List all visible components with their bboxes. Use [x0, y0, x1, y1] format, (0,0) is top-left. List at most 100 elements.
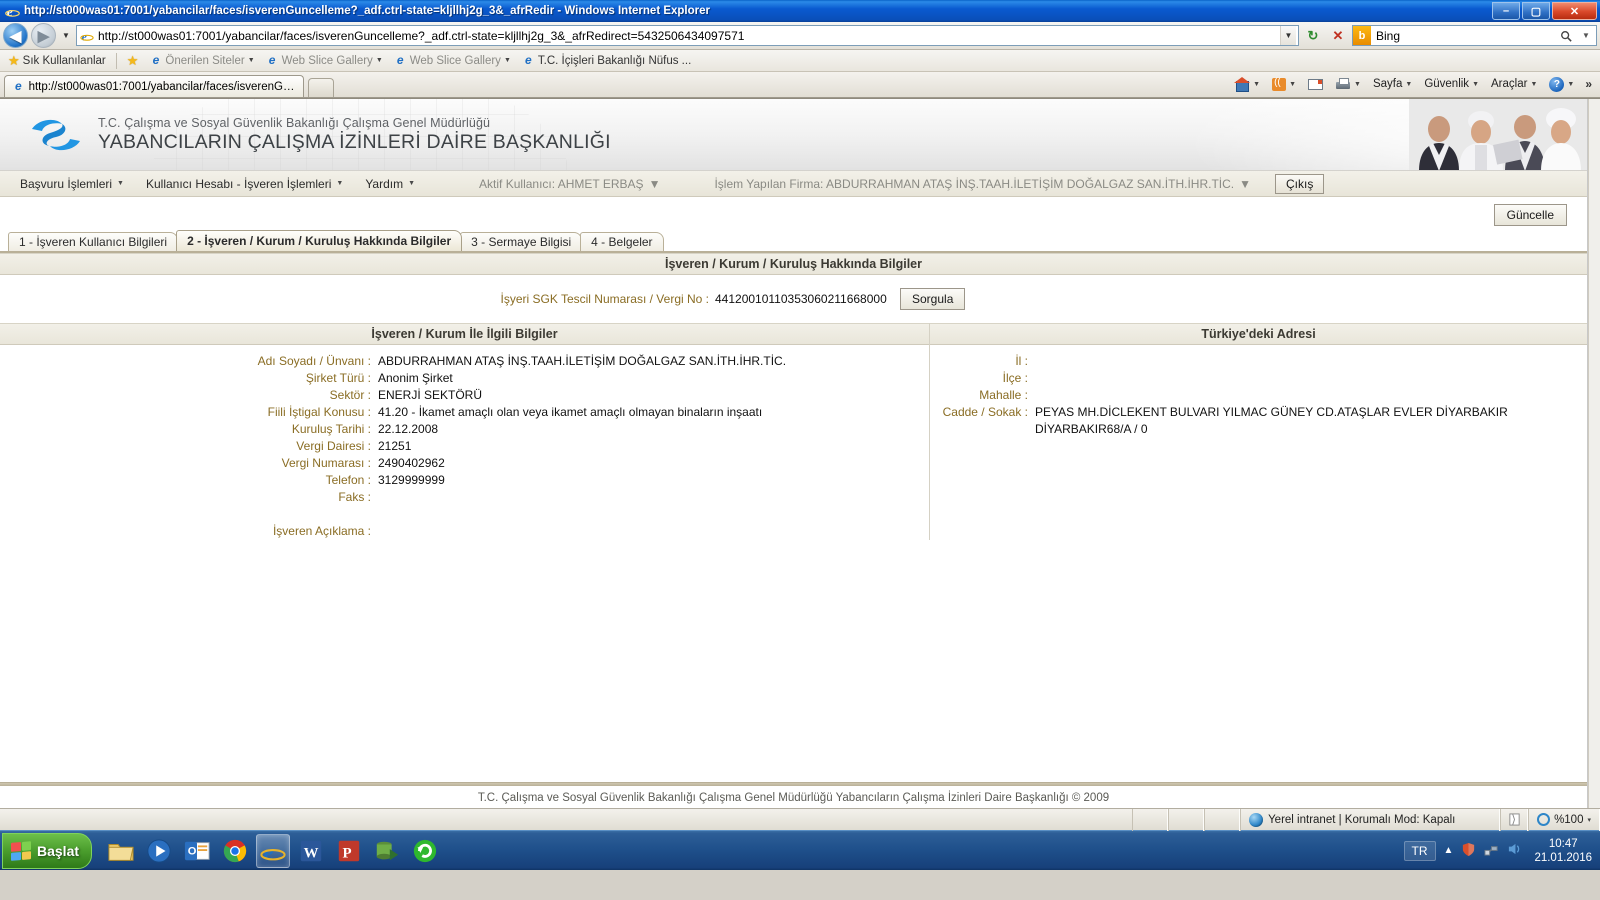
field-row: Sektör : ENERJİ SEKTÖRÜ: [0, 387, 929, 404]
taskbar-outlook-icon[interactable]: O: [180, 834, 214, 868]
tab-isveren-kullanici-bilgileri[interactable]: 1 - İşveren Kullanıcı Bilgileri: [8, 232, 179, 251]
new-tab-button[interactable]: [308, 78, 334, 97]
safety-menu-label: Güvenlik: [1424, 78, 1470, 90]
address-panel-body: İl : İlçe : Mahalle : Cadde / Sokak : PEY…: [930, 345, 1587, 515]
description-row: İşveren Açıklama :: [0, 523, 929, 540]
favorite-nufus-site[interactable]: e T.C. İçişleri Bakanlığı Nüfus ...: [518, 53, 695, 68]
home-button[interactable]: ▼: [1230, 76, 1265, 93]
close-button[interactable]: ✕: [1552, 2, 1597, 20]
language-indicator[interactable]: TR: [1403, 840, 1436, 861]
update-button[interactable]: Güncelle: [1493, 204, 1567, 226]
print-button[interactable]: ▼: [1330, 76, 1366, 93]
tray-network-icon[interactable]: [1484, 842, 1499, 859]
field-label: İl :: [1015, 354, 1028, 368]
ministry-logo-icon: [28, 115, 84, 155]
compatibility-view-button[interactable]: [1500, 808, 1529, 831]
url-dropdown-icon[interactable]: ▼: [1280, 26, 1296, 45]
taskbar-word-icon[interactable]: W: [294, 834, 328, 868]
search-box[interactable]: b Bing ▼: [1352, 25, 1597, 46]
search-input[interactable]: Bing: [1371, 29, 1556, 43]
active-user-selector[interactable]: Aktif Kullanıcı: AHMET ERBAŞ ▼: [469, 174, 670, 194]
favorites-bar: ★ Sık Kullanılanlar ★ e Önerilen Siteler…: [0, 50, 1600, 72]
web-page: T.C. Çalışma ve Sosyal Güvenlik Bakanlığ…: [0, 99, 1588, 808]
tab-belgeler[interactable]: 4 - Belgeler: [580, 232, 664, 251]
start-button[interactable]: Başlat: [2, 832, 92, 869]
safety-menu-button[interactable]: Güvenlik ▼: [1419, 76, 1484, 92]
search-options-dropdown-icon[interactable]: ▼: [1576, 31, 1596, 40]
update-row: Güncelle: [0, 197, 1587, 233]
taskbar-powerpoint-icon[interactable]: P: [332, 834, 366, 868]
chevron-down-icon[interactable]: ▼: [1472, 81, 1479, 88]
minimize-button[interactable]: –: [1492, 2, 1520, 20]
field-value: 22.12.2008: [378, 422, 439, 436]
command-bar-overflow-icon[interactable]: »: [1581, 77, 1596, 91]
active-firm-selector[interactable]: İşlem Yapılan Firma: ABDURRAHMAN ATAŞ İN…: [704, 174, 1261, 194]
taskbar-sync-tool-icon[interactable]: [408, 834, 442, 868]
employer-info-title: İşveren / Kurum İle İlgili Bilgiler: [0, 323, 929, 345]
favorite-web-slice-gallery-2[interactable]: e Web Slice Gallery ▼: [390, 53, 515, 68]
menu-kullanici-hesabi[interactable]: Kullanıcı Hesabı - İşveren İşlemleri ▼: [136, 174, 353, 194]
field-row: Fiili İştigal Konusu : 41.20 - İkamet ama…: [0, 404, 929, 421]
quick-launch: O e W P: [98, 831, 448, 871]
chevron-down-icon[interactable]: ▼: [1530, 81, 1537, 88]
help-icon: ?: [1549, 76, 1565, 92]
tab-isveren-kurum-kurulus[interactable]: 2 - İşveren / Kurum / Kuruluş Hakkında B…: [176, 230, 463, 251]
help-menu-button[interactable]: ? ▼: [1544, 75, 1579, 94]
tools-menu-button[interactable]: Araçlar ▼: [1486, 76, 1542, 92]
back-button[interactable]: ◀: [3, 23, 28, 48]
menu-yardim[interactable]: Yardım ▼: [355, 174, 425, 194]
favorite-web-slice-gallery-1[interactable]: e Web Slice Gallery ▼: [262, 53, 387, 68]
url-text[interactable]: http://st000was01:7001/yabancilar/faces/…: [95, 29, 1280, 43]
chevron-down-icon[interactable]: ▾: [1587, 816, 1591, 824]
tray-security-icon[interactable]: [1461, 842, 1476, 860]
add-to-favorites-bar-button[interactable]: ★: [123, 53, 143, 68]
taskbar-internet-explorer-icon[interactable]: e: [256, 833, 290, 868]
favorites-button[interactable]: ★ Sık Kullanılanlar: [4, 53, 110, 68]
logout-button[interactable]: Çıkış: [1275, 173, 1325, 194]
chevron-down-icon[interactable]: ▼: [1354, 81, 1361, 88]
browser-tab-active[interactable]: e http://st000was01:7001/yabancilar/face…: [4, 75, 304, 97]
chevron-down-icon[interactable]: ▼: [1253, 81, 1260, 88]
tray-expand-icon[interactable]: ▲: [1444, 845, 1454, 856]
window-title: http://st000was01:7001/yabancilar/faces/…: [24, 5, 711, 17]
chevron-down-icon[interactable]: ▼: [1567, 81, 1574, 88]
chevron-down-icon[interactable]: ▼: [376, 57, 383, 64]
chevron-down-icon[interactable]: ▼: [248, 57, 255, 64]
feeds-button[interactable]: ▼: [1267, 76, 1301, 93]
sorgula-button[interactable]: Sorgula: [900, 288, 966, 310]
tab-sermaye-bilgisi[interactable]: 3 - Sermaye Bilgisi: [460, 232, 583, 251]
field-row: Mahalle :: [930, 387, 1587, 404]
forward-button[interactable]: ▶: [31, 23, 56, 48]
taskbar-media-player-icon[interactable]: [142, 834, 176, 868]
favorite-label: Web Slice Gallery: [281, 54, 373, 67]
mail-icon: [1308, 78, 1324, 90]
tray-volume-icon[interactable]: [1507, 842, 1522, 859]
page-menu-button[interactable]: Sayfa ▼: [1368, 76, 1417, 92]
chevron-down-icon[interactable]: ▼: [1289, 81, 1296, 88]
taskbar-chrome-icon[interactable]: [218, 834, 252, 868]
taskbar-clock[interactable]: 10:47 21.01.2016: [1530, 837, 1592, 865]
read-mail-button[interactable]: [1303, 77, 1328, 92]
windows-taskbar: Başlat O e W P TR ▲ 10:47 21.01.2016: [0, 830, 1600, 870]
field-value: 41.20 - İkamet amaçlı olan veya ikamet a…: [378, 405, 763, 419]
recent-pages-dropdown-icon[interactable]: ▼: [59, 25, 73, 47]
field-row: Cadde / Sokak : PEYAS MH.DİCLEKENT BULVAR…: [930, 404, 1587, 438]
stop-icon[interactable]: ✕: [1327, 25, 1349, 47]
chevron-down-icon[interactable]: ▼: [1405, 81, 1412, 88]
security-zone[interactable]: Yerel intranet | Korumalı Mod: Kapalı: [1240, 808, 1501, 831]
chevron-down-icon[interactable]: ▼: [504, 57, 511, 64]
taskbar-explorer-icon[interactable]: [104, 834, 138, 868]
url-bar[interactable]: e http://st000was01:7001/yabancilar/face…: [76, 25, 1299, 46]
menu-basvuru-islemleri[interactable]: Başvuru İşlemleri ▼: [10, 174, 134, 194]
page-scrollbar[interactable]: [1588, 99, 1600, 808]
favorite-suggested-sites[interactable]: e Önerilen Siteler ▼: [145, 53, 258, 68]
field-label: Sektör :: [329, 388, 371, 402]
taskbar-database-tool-icon[interactable]: [370, 834, 404, 868]
refresh-icon[interactable]: ↻: [1302, 25, 1324, 47]
zoom-level-button[interactable]: %100 ▾: [1528, 808, 1600, 831]
info-panels: İşveren / Kurum İle İlgili Bilgiler Adı …: [0, 323, 1587, 540]
ie-icon: e: [152, 53, 160, 67]
maximize-button[interactable]: ▢: [1522, 2, 1550, 20]
search-icon[interactable]: [1556, 30, 1576, 42]
broken-page-icon: [1508, 813, 1520, 826]
